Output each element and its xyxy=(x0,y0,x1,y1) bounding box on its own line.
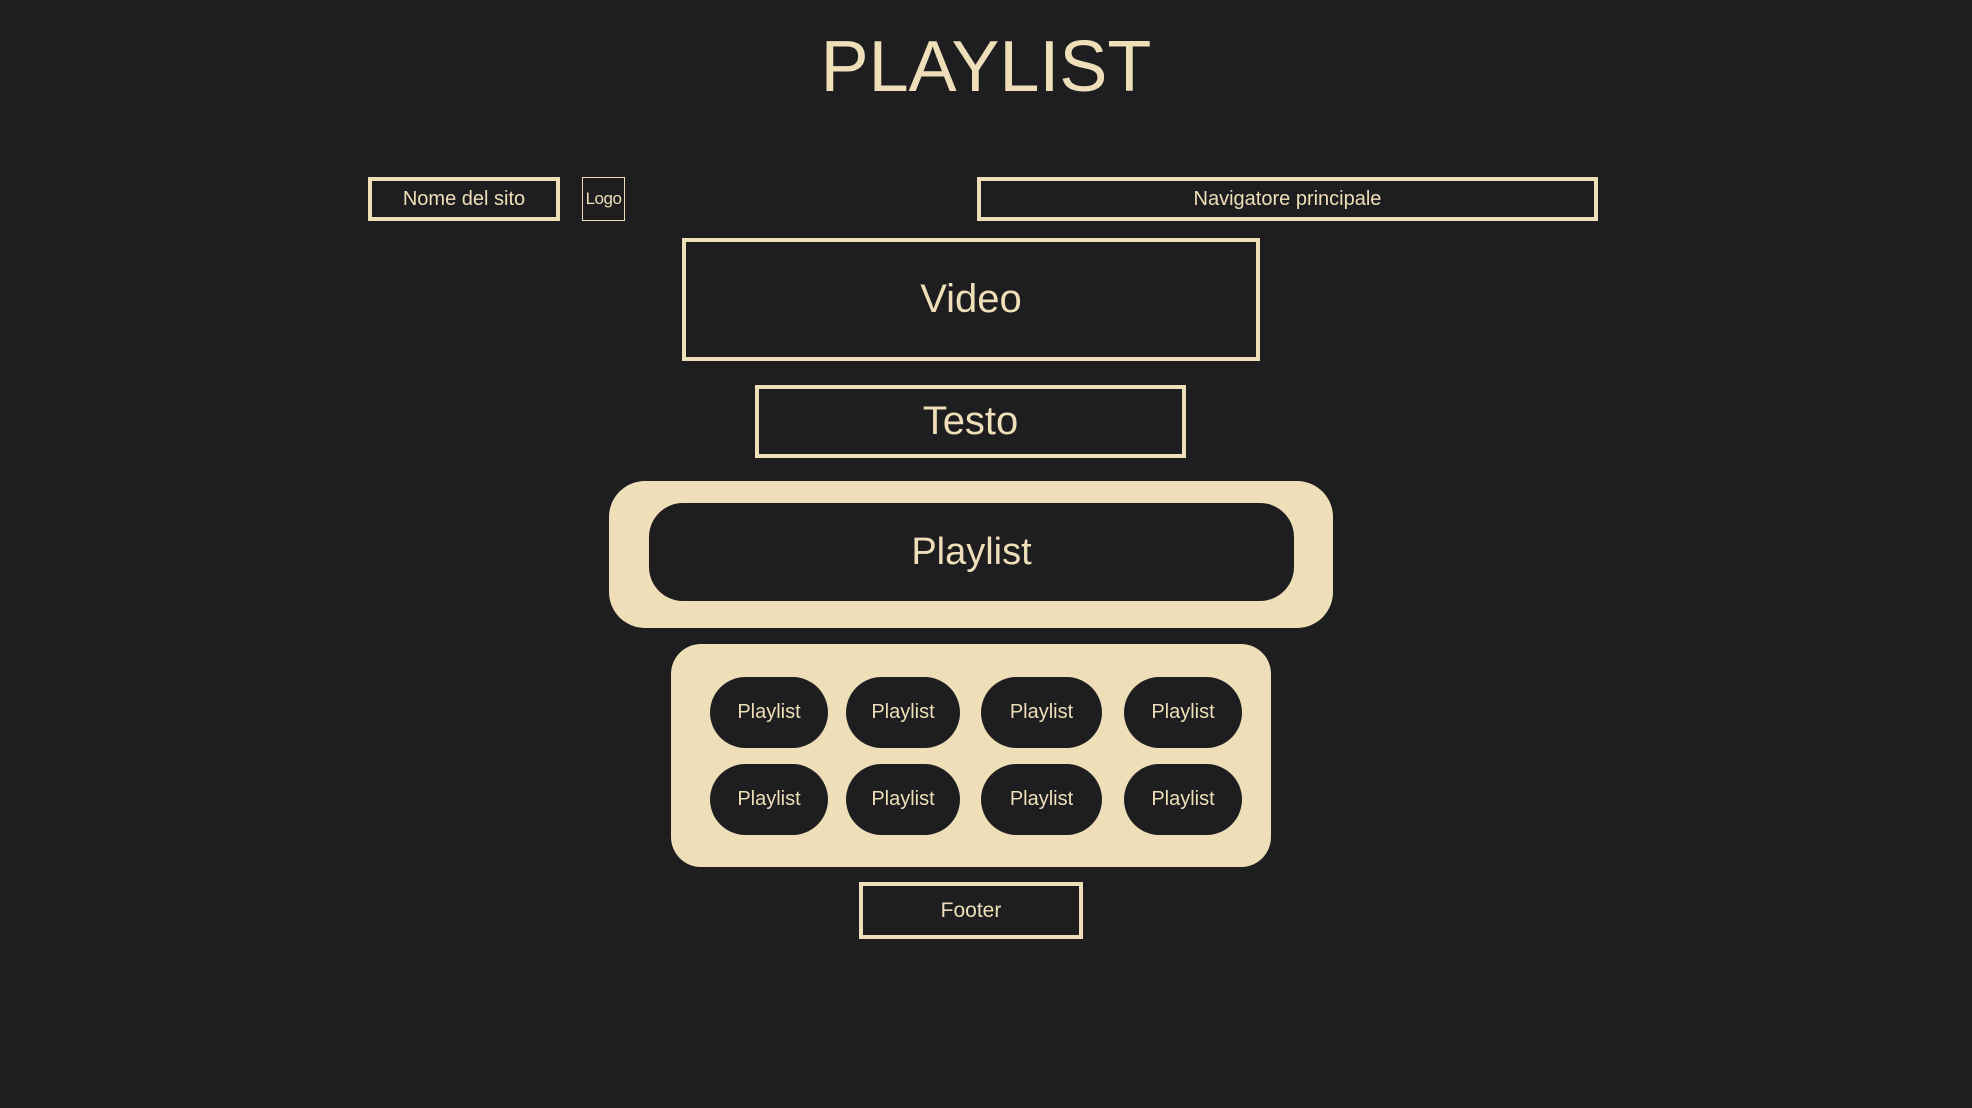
playlist-item-1[interactable]: Playlist xyxy=(710,677,828,748)
playlist-item-3[interactable]: Playlist xyxy=(981,677,1102,748)
playlist-item-5[interactable]: Playlist xyxy=(710,764,828,835)
logo[interactable]: Logo xyxy=(582,177,625,221)
main-navigation[interactable]: Navigatore principale xyxy=(977,177,1598,221)
page-title: PLAYLIST xyxy=(820,27,1152,107)
playlist-item-7[interactable]: Playlist xyxy=(981,764,1102,835)
playlist-item-6[interactable]: Playlist xyxy=(846,764,960,835)
text-area: Testo xyxy=(755,385,1186,458)
playlist-item-4[interactable]: Playlist xyxy=(1124,677,1242,748)
playlist-item-8[interactable]: Playlist xyxy=(1124,764,1242,835)
playlist-item-2[interactable]: Playlist xyxy=(846,677,960,748)
playlist-main-button[interactable]: Playlist xyxy=(649,503,1294,601)
footer: Footer xyxy=(859,882,1083,939)
video-area[interactable]: Video xyxy=(682,238,1260,361)
site-name-box[interactable]: Nome del sito xyxy=(368,177,560,221)
